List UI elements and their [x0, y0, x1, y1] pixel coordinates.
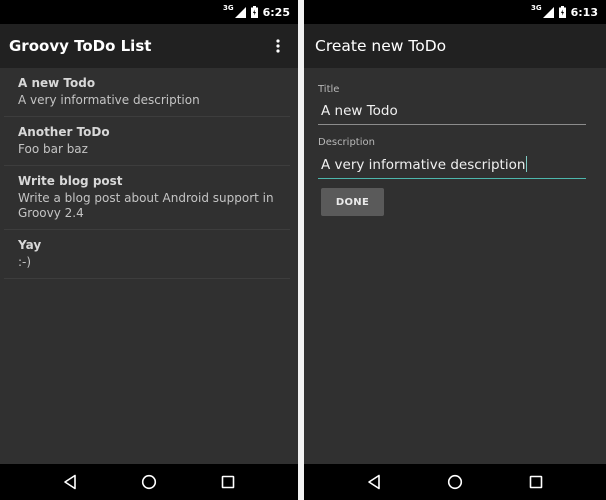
list-item[interactable]: Yay :-) [4, 230, 290, 279]
todo-description: Write a blog post about Android support … [18, 191, 274, 220]
recents-button[interactable] [524, 470, 548, 494]
page-title: Groovy ToDo List [9, 37, 152, 55]
back-button[interactable] [58, 470, 82, 494]
recents-square-icon [222, 475, 235, 489]
todo-list-screen: 3G 6:25 Groovy ToDo List A new Todo A ve… [0, 0, 298, 500]
todo-title: Write blog post [18, 174, 123, 188]
description-field[interactable]: A very informative description [318, 150, 586, 179]
navigation-bar [304, 464, 606, 500]
status-time: 6:13 [570, 5, 598, 19]
home-button[interactable] [443, 470, 467, 494]
title-field-value: A new Todo [321, 103, 398, 119]
network-type: 3G [223, 3, 234, 12]
status-bar: 3G 6:25 [0, 0, 298, 24]
text-cursor [526, 156, 528, 172]
todo-title: Another ToDo [18, 125, 110, 139]
home-button[interactable] [137, 470, 161, 494]
back-triangle-icon [63, 474, 76, 490]
status-time: 6:25 [262, 5, 290, 19]
create-todo-screen: 3G 6:13 Create new ToDo Title A new Todo… [304, 0, 606, 500]
todo-title: Yay [18, 238, 42, 252]
todo-list: A new Todo A very informative descriptio… [0, 68, 298, 279]
status-bar: 3G 6:13 [304, 0, 606, 24]
page-title: Create new ToDo [315, 37, 447, 55]
recents-button[interactable] [216, 470, 240, 494]
more-vert-icon [276, 39, 280, 53]
description-label: Description [318, 137, 375, 148]
title-label: Title [318, 84, 340, 95]
todo-description: :-) [18, 255, 32, 269]
app-bar: Groovy ToDo List [0, 24, 298, 68]
battery-icon [250, 6, 258, 18]
signal-icon [542, 6, 554, 18]
todo-form: Title A new Todo Description A very info… [304, 68, 606, 216]
home-circle-icon [141, 474, 157, 490]
list-item[interactable]: Write blog post Write a blog post about … [4, 166, 290, 230]
todo-description: Foo bar baz [18, 142, 88, 156]
network-type: 3G [531, 3, 542, 12]
todo-description: A very informative description [18, 93, 200, 107]
todo-title: A new Todo [18, 76, 96, 90]
back-button[interactable] [362, 470, 386, 494]
app-bar: Create new ToDo [304, 24, 606, 68]
signal-icon [234, 6, 246, 18]
title-field[interactable]: A new Todo [318, 97, 586, 125]
list-item[interactable]: A new Todo A very informative descriptio… [4, 68, 290, 117]
recents-square-icon [529, 475, 542, 489]
home-circle-icon [447, 474, 463, 490]
list-item[interactable]: Another ToDo Foo bar baz [4, 117, 290, 166]
done-button[interactable]: DONE [321, 188, 384, 216]
navigation-bar [0, 464, 298, 500]
description-field-value: A very informative description [321, 157, 526, 173]
overflow-menu-button[interactable] [268, 36, 288, 56]
back-triangle-icon [368, 474, 381, 490]
battery-icon [558, 6, 566, 18]
